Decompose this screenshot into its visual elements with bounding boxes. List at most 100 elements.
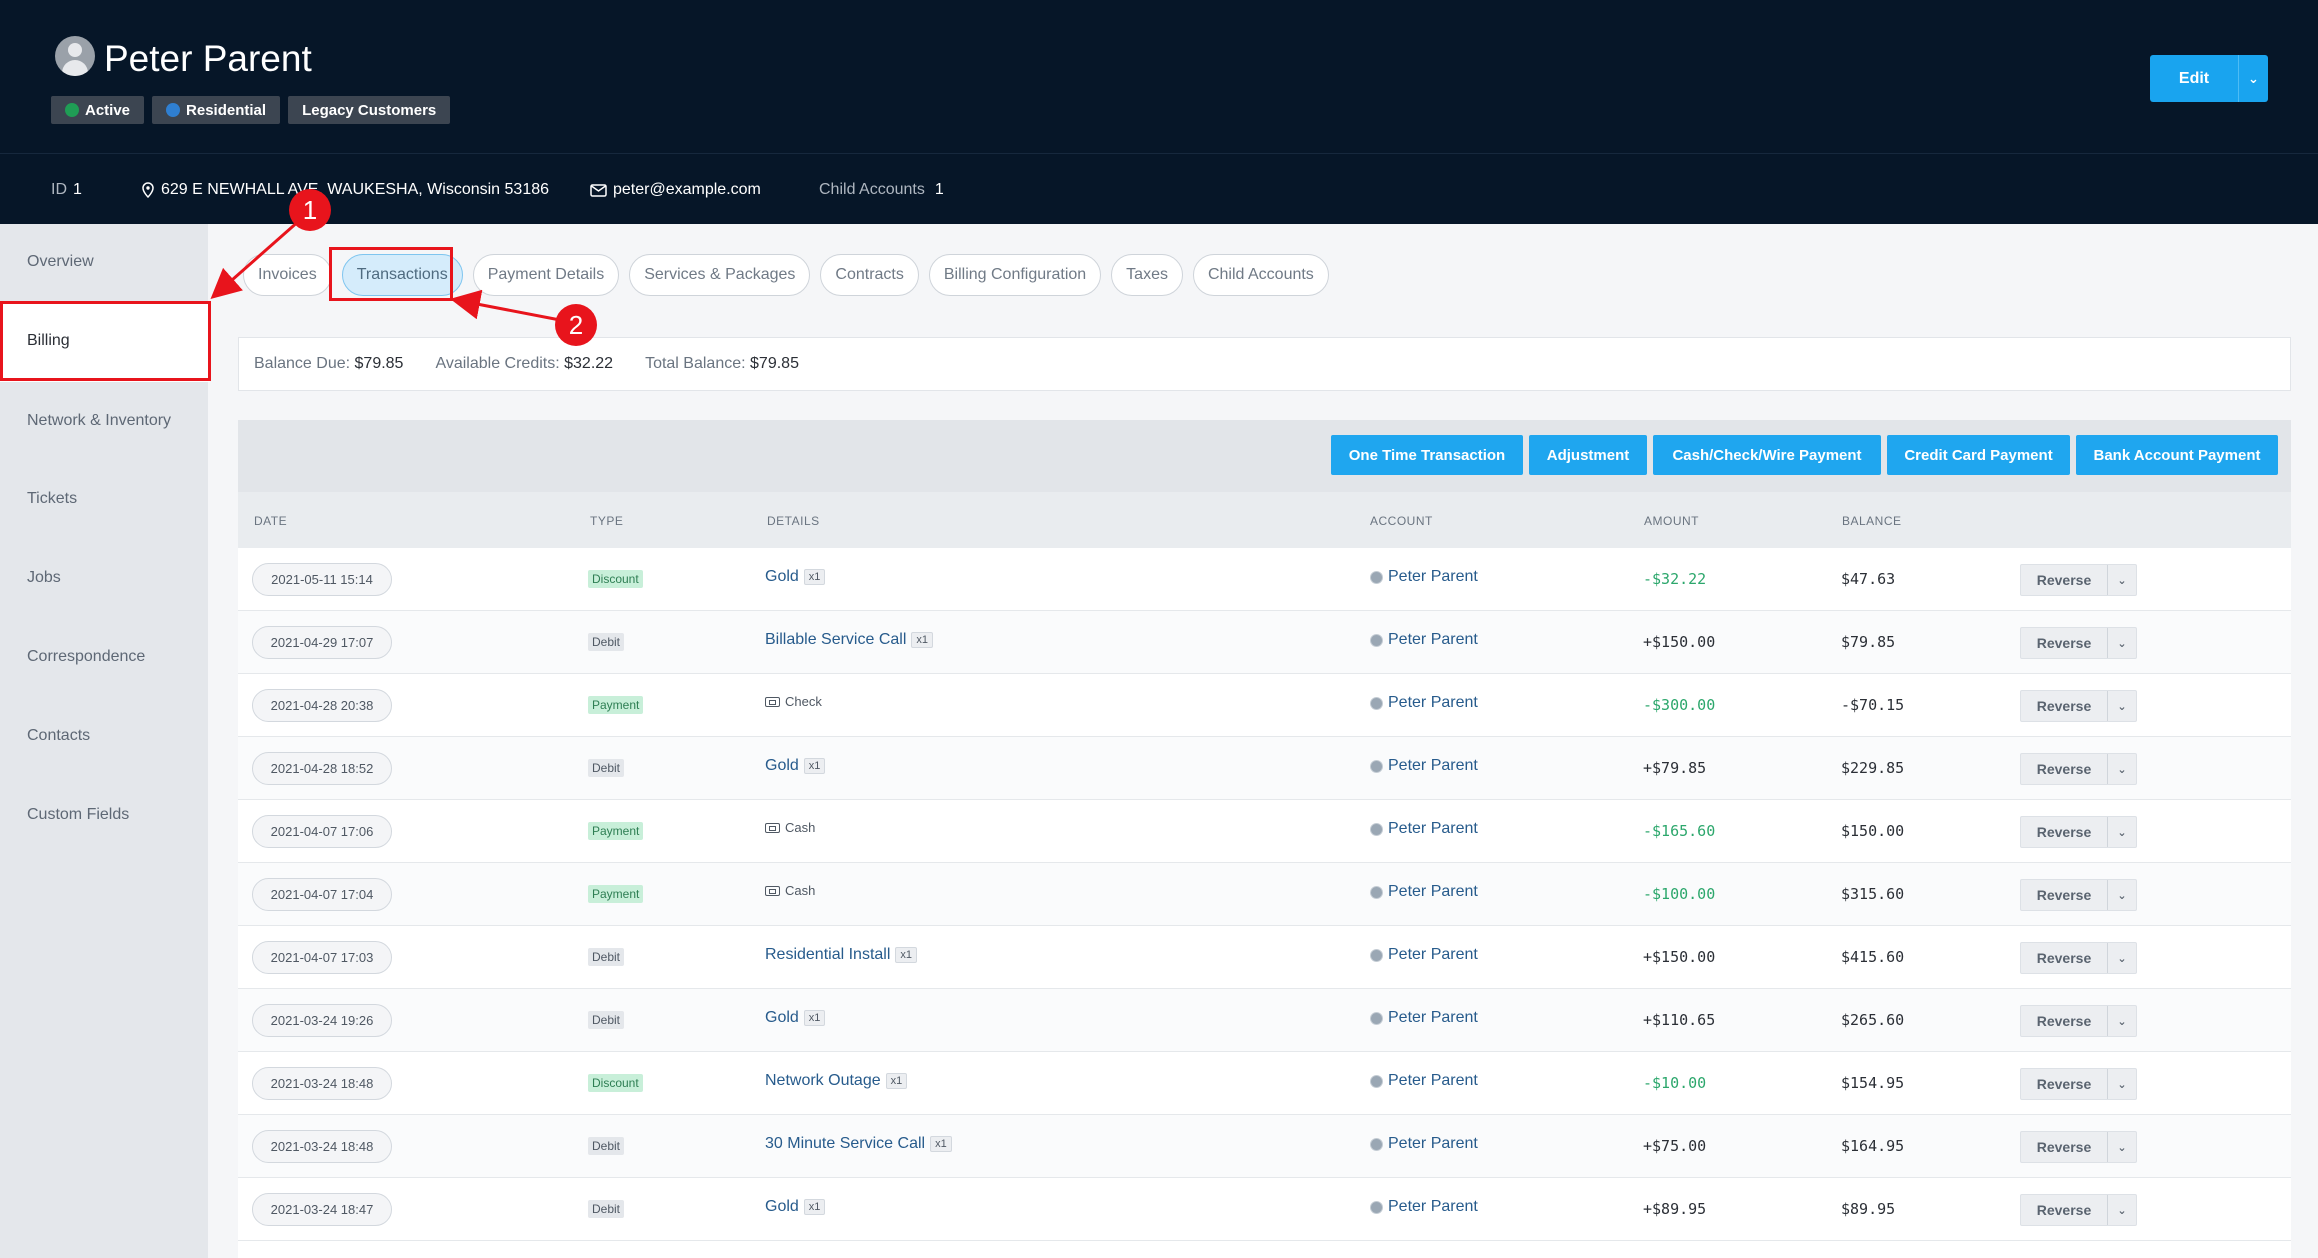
tab-billing-configuration[interactable]: Billing Configuration: [928, 254, 1102, 296]
amount-value: +$150.00: [1643, 633, 1716, 651]
chevron-down-icon[interactable]: ⌄: [2108, 1204, 2136, 1217]
table-row: 2021-04-28 18:52 Debit Gold x1 Peter Parent +…: [238, 737, 2291, 800]
balance-value: -$70.15: [1841, 696, 1905, 714]
type-badge-residential: Residential: [152, 96, 281, 124]
service-link[interactable]: Gold: [765, 1009, 799, 1027]
sidebar-item-custom-fields[interactable]: Custom Fields: [27, 806, 129, 824]
sidebar-item-overview[interactable]: Overview: [27, 253, 94, 271]
column-header-balance: BALANCE: [1842, 514, 1902, 528]
account-link[interactable]: Peter Parent: [1370, 1009, 1478, 1027]
reverse-button[interactable]: Reverse ⌄: [2020, 564, 2137, 596]
date-pill: 2021-04-07 17:06: [252, 815, 392, 848]
type-badge: Debit: [588, 633, 625, 651]
reverse-button[interactable]: Reverse ⌄: [2020, 753, 2137, 785]
service-link[interactable]: Billable Service Call: [765, 631, 906, 649]
account-avatar-icon: [1370, 1011, 1383, 1025]
cash-check-wire-payment-button[interactable]: Cash/Check/Wire Payment: [1653, 435, 1881, 475]
account-link[interactable]: Peter Parent: [1370, 568, 1478, 586]
tab-payment-details[interactable]: Payment Details: [472, 254, 620, 296]
account-link[interactable]: Peter Parent: [1370, 1072, 1478, 1090]
edit-button[interactable]: Edit ⌄: [2150, 55, 2268, 102]
account-avatar-icon: [1370, 696, 1383, 710]
reverse-button[interactable]: Reverse ⌄: [2020, 879, 2137, 911]
service-link[interactable]: 30 Minute Service Call: [765, 1135, 925, 1153]
payment-method: Cash: [765, 820, 815, 835]
reverse-button[interactable]: Reverse ⌄: [2020, 942, 2137, 974]
sidebar-item-contacts[interactable]: Contacts: [27, 727, 90, 745]
table-header: DATE TYPE DETAILS ACCOUNT AMOUNT BALANCE: [238, 492, 2291, 548]
chevron-down-icon[interactable]: ⌄: [2239, 71, 2268, 87]
amount-value: -$300.00: [1643, 696, 1716, 714]
chevron-down-icon[interactable]: ⌄: [2108, 637, 2136, 650]
reverse-button[interactable]: Reverse ⌄: [2020, 1005, 2137, 1037]
tab-services-packages[interactable]: Services & Packages: [629, 254, 811, 296]
transaction-details: Residential Install x1: [765, 946, 918, 964]
column-header-date: DATE: [254, 514, 288, 528]
chevron-down-icon[interactable]: ⌄: [2108, 763, 2136, 776]
tab-child-accounts[interactable]: Child Accounts: [1192, 254, 1329, 296]
chevron-down-icon[interactable]: ⌄: [2108, 889, 2136, 902]
account-avatar-icon: [1370, 1074, 1383, 1088]
payment-card-icon: [765, 885, 780, 896]
credit-card-payment-button[interactable]: Credit Card Payment: [1887, 435, 2070, 475]
table-row: 2021-04-28 20:38 Payment Check Peter Parent…: [238, 674, 2291, 737]
reverse-button[interactable]: Reverse ⌄: [2020, 1131, 2137, 1163]
tab-invoices[interactable]: Invoices: [243, 254, 332, 296]
balance-value: $164.95: [1841, 1137, 1905, 1155]
table-row: 2021-04-07 17:03 Debit Residential Install…: [238, 926, 2291, 989]
chevron-down-icon[interactable]: ⌄: [2108, 1078, 2136, 1091]
chevron-down-icon[interactable]: ⌄: [2108, 826, 2136, 839]
bank-account-payment-button[interactable]: Bank Account Payment: [2076, 435, 2278, 475]
payment-method: Check: [765, 694, 822, 709]
amount-value: -$100.00: [1643, 885, 1716, 903]
service-link[interactable]: Residential Install: [765, 946, 890, 964]
quantity-badge: x1: [803, 758, 826, 774]
account-link[interactable]: Peter Parent: [1370, 1135, 1478, 1153]
table-row: 2021-04-07 17:06 Payment Cash Peter Parent -…: [238, 800, 2291, 863]
account-link[interactable]: Peter Parent: [1370, 883, 1478, 901]
location-pin-icon: [142, 182, 154, 198]
customer-email[interactable]: peter@example.com: [590, 181, 761, 199]
sidebar-item-jobs[interactable]: Jobs: [27, 569, 61, 587]
balance-due: Balance Due: $79.85: [254, 355, 404, 372]
account-avatar-icon: [1370, 948, 1383, 962]
reverse-button[interactable]: Reverse ⌄: [2020, 690, 2137, 722]
account-link[interactable]: Peter Parent: [1370, 694, 1478, 712]
service-link[interactable]: Gold: [765, 1198, 799, 1216]
reverse-button[interactable]: Reverse ⌄: [2020, 816, 2137, 848]
account-avatar-icon: [1370, 1200, 1383, 1214]
tab-contracts[interactable]: Contracts: [820, 254, 919, 296]
quantity-badge: x1: [803, 1199, 826, 1215]
reverse-button[interactable]: Reverse ⌄: [2020, 1068, 2137, 1100]
account-link[interactable]: Peter Parent: [1370, 1198, 1478, 1216]
type-badge: Discount: [588, 570, 643, 588]
account-link[interactable]: Peter Parent: [1370, 820, 1478, 838]
transaction-details: 30 Minute Service Call x1: [765, 1135, 952, 1153]
reverse-button[interactable]: Reverse ⌄: [2020, 627, 2137, 659]
sidebar-item-network-inventory[interactable]: Network & Inventory: [27, 412, 171, 430]
amount-value: +$79.85: [1643, 759, 1707, 777]
service-link[interactable]: Gold: [765, 757, 799, 775]
account-link[interactable]: Peter Parent: [1370, 946, 1478, 964]
service-link[interactable]: Network Outage: [765, 1072, 881, 1090]
payment-card-icon: [765, 696, 780, 707]
chevron-down-icon[interactable]: ⌄: [2108, 574, 2136, 587]
one-time-transaction-button[interactable]: One Time Transaction: [1331, 435, 1523, 475]
tab-taxes[interactable]: Taxes: [1111, 254, 1183, 296]
quantity-badge: x1: [911, 632, 934, 648]
transactions-table-body: 2021-05-11 15:14 Discount Gold x1 Peter Pare…: [238, 548, 2291, 1258]
date-pill: 2021-03-24 18:48: [252, 1067, 392, 1100]
reverse-button[interactable]: Reverse ⌄: [2020, 1194, 2137, 1226]
sidebar-item-tickets[interactable]: Tickets: [27, 490, 77, 508]
date-pill: 2021-04-28 20:38: [252, 689, 392, 722]
chevron-down-icon[interactable]: ⌄: [2108, 1015, 2136, 1028]
payment-card-icon: [765, 822, 780, 833]
service-link[interactable]: Gold: [765, 568, 799, 586]
chevron-down-icon[interactable]: ⌄: [2108, 1141, 2136, 1154]
account-link[interactable]: Peter Parent: [1370, 757, 1478, 775]
adjustment-button[interactable]: Adjustment: [1529, 435, 1647, 475]
chevron-down-icon[interactable]: ⌄: [2108, 952, 2136, 965]
chevron-down-icon[interactable]: ⌄: [2108, 700, 2136, 713]
account-link[interactable]: Peter Parent: [1370, 631, 1478, 649]
sidebar-item-correspondence[interactable]: Correspondence: [27, 648, 145, 666]
